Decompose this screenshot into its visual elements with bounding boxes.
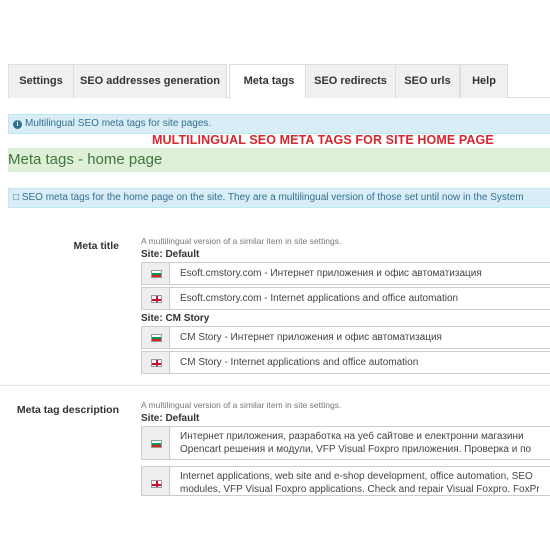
input-value: Esoft.cmstory.com - Интернет приложения … [180, 268, 482, 279]
overlay-title: MULTILINGUAL SEO META TAGS FOR SITE HOME… [152, 133, 494, 147]
meta-description-label: Meta tag description [16, 404, 119, 416]
meta-description-textarea-en[interactable]: Internet applications, web site and e-sh… [141, 466, 550, 496]
tab-settings[interactable]: Settings [8, 64, 74, 98]
bulgarian-flag-icon [151, 334, 162, 342]
bulgarian-flag-icon [151, 440, 162, 448]
flag-cell [142, 467, 170, 495]
meta-description-hint: A multilingual version of a similar item… [141, 400, 342, 410]
site-cmstory-label: Site: CM Story [141, 313, 210, 324]
description-alert: □ SEO meta tags for the home page on the… [8, 188, 550, 208]
meta-title-hint: A multilingual version of a similar item… [141, 236, 342, 246]
tab-meta-tags[interactable]: Meta tags [229, 64, 309, 99]
textarea-value: Интернет приложения, разработка на уеб с… [180, 430, 531, 456]
english-flag-icon [151, 295, 162, 303]
input-value: CM Story - Интернет приложения и офис ав… [180, 332, 442, 343]
flag-cell [142, 427, 170, 459]
square-icon: □ [13, 192, 22, 203]
site-default-label: Site: Default [141, 249, 200, 260]
info-icon: i [13, 120, 22, 129]
meta-title-input-en-cmstory[interactable]: CM Story - Internet applications and off… [141, 351, 550, 374]
meta-title-input-bg-cmstory[interactable]: CM Story - Интернет приложения и офис ав… [141, 326, 550, 349]
flag-cell [142, 352, 170, 373]
input-value: Esoft.cmstory.com - Internet application… [180, 293, 459, 304]
input-value: CM Story - Internet applications and off… [180, 357, 419, 368]
textarea-line: Интернет приложения, разработка на уеб с… [180, 431, 524, 442]
flag-cell [142, 263, 170, 284]
bulgarian-flag-icon [151, 270, 162, 278]
textarea-line: Opencart решения и модули, VFP Visual Fo… [180, 444, 532, 455]
meta-title-label: Meta title [73, 240, 119, 252]
textarea-line: modules, VFP Visual Foxpro applications.… [180, 484, 540, 495]
meta-description-textarea-bg[interactable]: Интернет приложения, разработка на уеб с… [141, 426, 550, 460]
tab-help[interactable]: Help [460, 64, 508, 98]
english-flag-icon [151, 359, 162, 367]
tab-seo-urls[interactable]: SEO urls [395, 64, 460, 98]
info-text: Multilingual SEO meta tags for site page… [25, 118, 212, 129]
flag-cell [142, 288, 170, 309]
page-heading: Meta tags - home page [8, 148, 550, 172]
description-text: SEO meta tags for the home page on the s… [21, 192, 524, 203]
english-flag-icon [151, 480, 162, 488]
meta-title-input-en-default[interactable]: Esoft.cmstory.com - Internet application… [141, 287, 550, 310]
tab-seo-redirects[interactable]: SEO redirects [305, 64, 396, 98]
tab-bar: Settings SEO addresses generation Meta t… [8, 64, 550, 99]
textarea-line: Internet applications, web site and e-sh… [180, 471, 533, 482]
info-alert: i Multilingual SEO meta tags for site pag… [8, 114, 550, 134]
flag-cell [142, 327, 170, 348]
textarea-value: Internet applications, web site and e-sh… [180, 470, 540, 495]
meta-title-input-bg-default[interactable]: Esoft.cmstory.com - Интернет приложения … [141, 262, 550, 285]
site-default-label: Site: Default [141, 413, 200, 424]
tab-seo-addresses-generation[interactable]: SEO addresses generation [73, 64, 227, 98]
section-divider [0, 385, 550, 386]
